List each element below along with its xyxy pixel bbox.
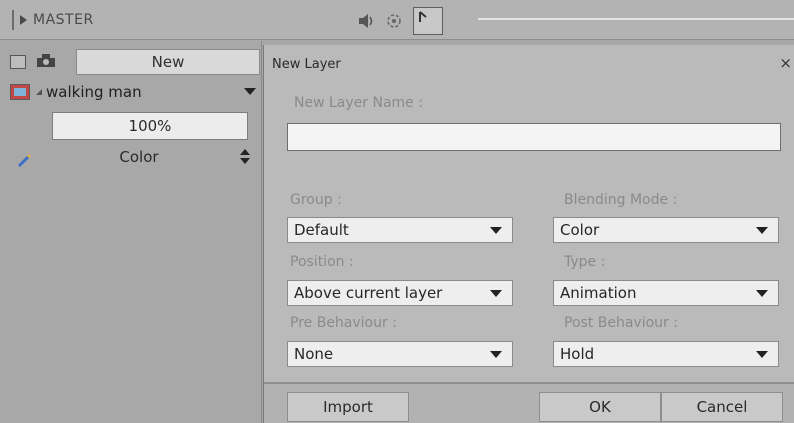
layer-opacity-field[interactable]: 100% [52,112,248,140]
master-toggle[interactable]: MASTER [12,9,132,31]
type-label: Type : [564,254,606,270]
chevron-down-icon [490,351,502,358]
post-behaviour-label: Post Behaviour : [564,315,678,331]
position-dropdown[interactable]: Above current layer [287,280,513,306]
post-behaviour-value: Hold [560,345,595,363]
top-icons [357,7,443,35]
ok-button[interactable]: OK [539,392,661,422]
close-icon[interactable]: × [779,54,792,72]
layer-expand-icon[interactable] [36,89,42,95]
layer-dropdown-icon[interactable] [244,88,256,95]
onion-skin-icon[interactable] [385,12,403,30]
frame-box-icon[interactable] [413,7,443,35]
pre-behaviour-label: Pre Behaviour : [290,315,397,331]
new-layer-button[interactable]: New [76,49,260,75]
blending-mode-dropdown[interactable]: Color [553,217,779,243]
blend-mode-label: Color [119,148,159,166]
master-label: MASTER [33,12,94,28]
layers-panel: New walking man 100% Color [0,41,262,423]
divider [12,10,14,30]
group-dropdown[interactable]: Default [287,217,513,243]
new-layer-dialog: New Layer × New Layer Name : Group : Def… [263,45,794,423]
chevron-down-icon [756,290,768,297]
timeline-track[interactable] [478,18,794,20]
post-behaviour-dropdown[interactable]: Hold [553,341,779,367]
position-label: Position : [290,254,354,270]
group-label: Group : [290,192,342,208]
dialog-title: New Layer [272,57,341,72]
blending-mode-value: Color [560,221,600,239]
type-value: Animation [560,284,637,302]
layer-folder-icon[interactable] [10,55,26,69]
layer-name-input[interactable] [287,123,781,151]
layer-row[interactable]: walking man [0,79,262,105]
position-value: Above current layer [294,284,443,302]
camera-icon[interactable] [36,52,56,72]
layers-panel-header: New [0,49,262,75]
dialog-footer: Import OK Cancel [264,382,794,423]
chevron-down-icon [756,227,768,234]
layer-name: walking man [46,83,142,101]
chevron-down-icon [490,227,502,234]
expand-triangle-icon[interactable] [20,15,27,25]
layer-thumbnail-icon [10,84,30,100]
group-value: Default [294,221,349,239]
chevron-down-icon [490,290,502,297]
blending-mode-label: Blending Mode : [564,192,678,208]
cancel-button[interactable]: Cancel [661,392,783,422]
chevron-down-icon [756,351,768,358]
layer-name-label: New Layer Name : [294,95,423,111]
speaker-icon[interactable] [357,12,375,30]
import-button[interactable]: Import [287,392,409,422]
layer-blend-mode[interactable]: Color [0,145,262,171]
pre-behaviour-value: None [294,345,334,363]
master-bar: MASTER [0,0,794,40]
pre-behaviour-dropdown[interactable]: None [287,341,513,367]
brush-icon [16,151,32,171]
up-down-arrows-icon[interactable] [240,149,250,165]
type-dropdown[interactable]: Animation [553,280,779,306]
